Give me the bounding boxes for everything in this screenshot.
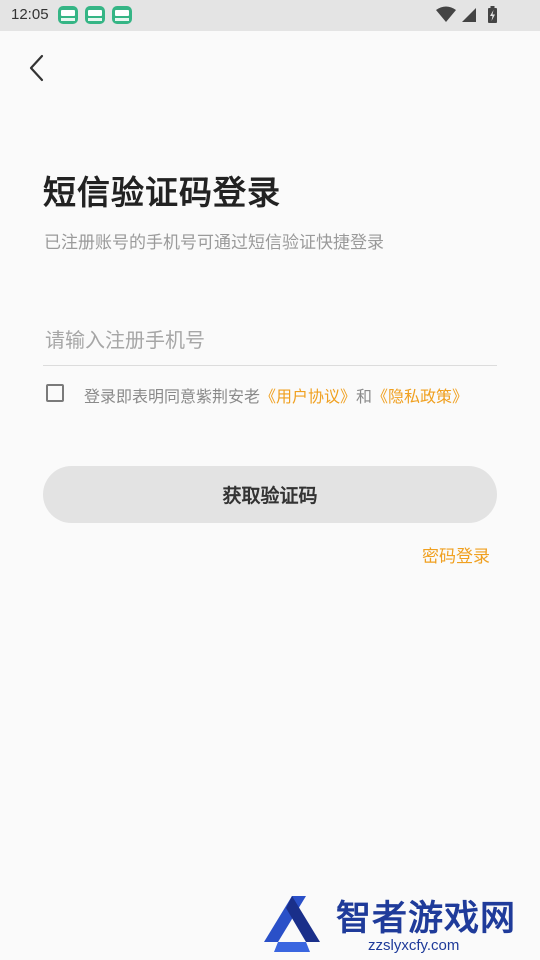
page-title: 短信验证码登录 [43, 173, 281, 212]
status-time: 12:05 [11, 6, 49, 23]
status-bar: 12:05 [0, 0, 540, 31]
agreement-checkbox[interactable] [46, 384, 64, 402]
phone-number-input[interactable] [43, 314, 497, 366]
watermark-logo-icon [264, 896, 320, 952]
status-right-icons [436, 6, 497, 23]
app-notification-icon [85, 6, 105, 24]
wifi-icon [436, 6, 456, 22]
page-subtitle: 已注册账号的手机号可通过短信验证快捷登录 [44, 233, 384, 253]
agreement-conjunction: 和 [356, 387, 373, 406]
back-button[interactable] [20, 50, 56, 86]
battery-charging-icon [488, 6, 497, 23]
signal-icon [462, 8, 476, 22]
app-notification-icon [112, 6, 132, 24]
agreement-prefix: 登录即表明同意紫荆安老 [84, 387, 261, 406]
chevron-left-icon [29, 54, 44, 82]
privacy-policy-link[interactable]: 《隐私政策》 [372, 387, 468, 406]
watermark-title: 智者游戏网 [336, 899, 517, 939]
app-notification-icon [58, 6, 78, 24]
watermark: 智者游戏网 zzslyxcfy.com [262, 890, 540, 960]
user-agreement-link[interactable]: 《用户协议》 [260, 387, 356, 406]
password-login-link[interactable]: 密码登录 [422, 542, 490, 567]
watermark-url: zzslyxcfy.com [368, 937, 460, 954]
agreement-text: 登录即表明同意紫荆安老《用户协议》和《隐私政策》 [84, 383, 468, 407]
get-verification-code-button[interactable]: 获取验证码 [43, 466, 497, 523]
